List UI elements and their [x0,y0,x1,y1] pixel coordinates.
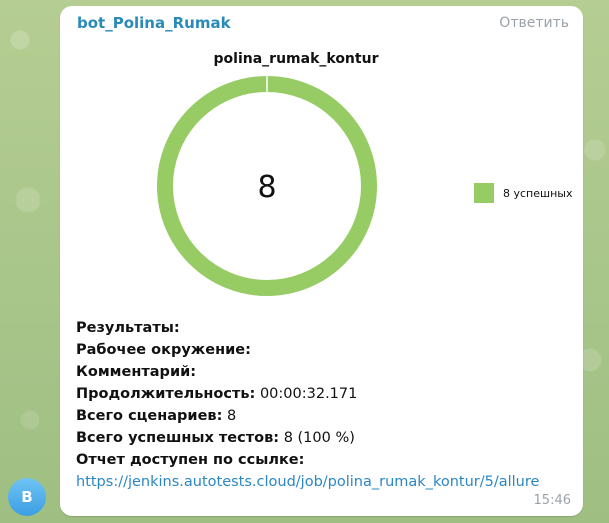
reply-button[interactable]: Ответить [499,15,569,31]
scenarios-value: 8 [227,408,237,424]
legend-label: 8 успешных [503,187,573,200]
comment-label: Комментарий: [76,364,197,380]
passed-line: Всего успешных тестов: 8 (100 %) [76,427,576,449]
sender-avatar[interactable]: B [8,478,46,516]
link-label: Отчет доступен по ссылке: [76,452,305,468]
chart-title: polina_rumak_kontur [214,51,379,67]
message-time: 15:46 [533,493,571,508]
chart-image: polina_rumak_kontur 8 8 успешных [90,44,590,304]
report-text: Результаты: Рабочее окружение: Комментар… [76,317,576,493]
sender-name[interactable]: bot_Polina_Rumak [77,14,231,32]
chart-center-value: 8 [257,170,276,205]
legend-swatch [474,183,494,203]
link-line: Отчет доступен по ссылке: [76,449,576,471]
passed-value: 8 (100 %) [283,430,355,446]
donut-chart: polina_rumak_kontur 8 8 успешных [157,51,573,296]
avatar-letter: B [21,488,33,506]
duration-line: Продолжительность: 00:00:32.171 [76,383,576,405]
environment-line: Рабочее окружение: [76,339,576,361]
environment-label: Рабочее окружение: [76,342,251,358]
report-link-line: https://jenkins.autotests.cloud/job/poli… [76,471,576,493]
passed-label: Всего успешных тестов: [76,430,280,446]
report-link[interactable]: https://jenkins.autotests.cloud/job/poli… [76,474,539,490]
message-bubble[interactable]: bot_Polina_Rumak Ответить polina_rumak_k… [60,6,583,516]
duration-value: 00:00:32.171 [259,386,358,402]
duration-label: Продолжительность: [76,386,256,402]
chart-legend: 8 успешных [474,183,573,203]
results-line: Результаты: [76,317,576,339]
scenarios-line: Всего сценариев: 8 [76,405,576,427]
results-label: Результаты: [76,320,180,336]
comment-line: Комментарий: [76,361,576,383]
scenarios-label: Всего сценариев: [76,408,223,424]
